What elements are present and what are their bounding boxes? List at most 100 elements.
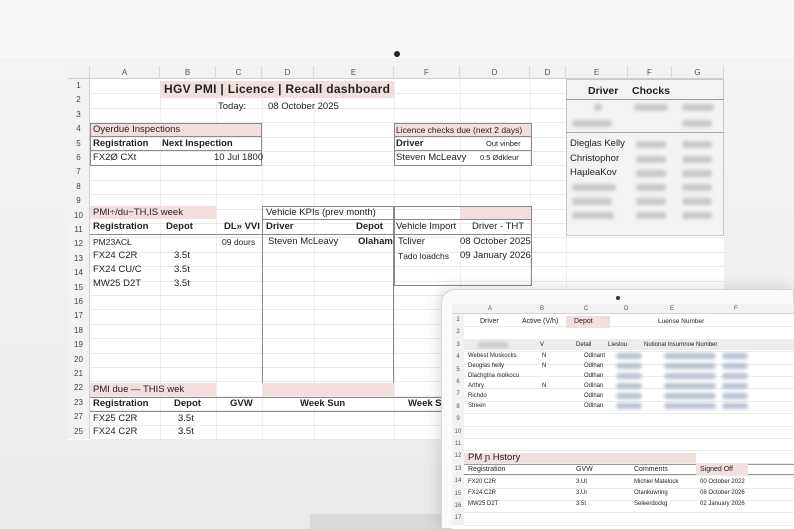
pmi-reg[interactable]: MW25 D2T (93, 277, 141, 291)
pmi-depot[interactable]: 3.5t (174, 263, 190, 277)
history-comment[interactable]: Otankuwring (634, 488, 668, 498)
history-date[interactable]: 00 October 2022 (700, 477, 745, 487)
tablet-row-header[interactable]: 9 (452, 413, 464, 426)
col-header[interactable]: E (670, 304, 674, 314)
row-header[interactable]: 2 (68, 93, 90, 108)
history-reg[interactable]: MW25 D2T (468, 499, 498, 509)
row-header[interactable]: 5 (68, 136, 90, 151)
row-header[interactable]: 9 (68, 194, 90, 209)
pmi-reg[interactable]: FX24 C2R (93, 249, 137, 263)
col-header[interactable]: D (262, 66, 314, 79)
tablet-row-header[interactable]: 13 (452, 462, 464, 476)
right-driver-3[interactable]: HaµleaKov (570, 166, 617, 180)
overdue-reg[interactable]: FX2Ø CXt (93, 151, 136, 165)
row-header[interactable]: 23 (68, 395, 90, 411)
pmi-reg[interactable]: FX24 CU/C (93, 263, 142, 277)
col-header[interactable]: F (734, 304, 738, 314)
history-date[interactable]: 02 January 2026 (700, 499, 745, 509)
tablet-row-header[interactable]: 1 (452, 314, 464, 327)
col-header[interactable]: B (540, 304, 544, 314)
row-header[interactable]: 19 (68, 338, 90, 353)
pmi-this-depot[interactable]: 3.5t (178, 425, 194, 439)
row-header[interactable]: 12 (68, 237, 90, 252)
row-header[interactable]: 14 (68, 266, 90, 281)
row-header[interactable]: 6 (68, 151, 90, 166)
row-header[interactable]: 25 (68, 424, 90, 439)
tablet-driver-v[interactable]: N (542, 381, 546, 391)
tablet-driver-depot[interactable]: Odlhan (584, 391, 603, 401)
row-header[interactable]: 13 (68, 251, 90, 267)
tablet-driver-depot[interactable]: Odlnant (584, 351, 605, 361)
row-header[interactable]: 16 (68, 295, 90, 310)
row-header[interactable]: 3 (68, 107, 90, 123)
tablet-row-header[interactable]: 11 (452, 438, 464, 451)
tablet-row-header[interactable]: 14 (452, 475, 464, 488)
row-header[interactable]: 15 (68, 280, 90, 295)
col-header[interactable]: D (624, 304, 628, 314)
tablet-driver-name[interactable]: Arthry (468, 381, 484, 391)
tablet-driver-name[interactable]: Richdo (468, 391, 487, 401)
right-driver-1[interactable]: Dieglas Kelly (570, 137, 625, 151)
pmi-this-reg[interactable]: FX25 C2R (93, 412, 137, 426)
row-header[interactable]: 27 (68, 410, 90, 425)
right-driver-2[interactable]: Christophor (570, 152, 619, 166)
pmi-reg[interactable]: PM23ACŁ (93, 235, 132, 249)
col-header[interactable]: F (628, 66, 672, 79)
history-date[interactable]: 08 October 2026 (700, 488, 745, 498)
col-header[interactable]: D (460, 66, 530, 79)
tablet-driver-depot[interactable]: Odlnan (584, 401, 603, 411)
tablet-driver-name[interactable]: Streen (468, 401, 486, 411)
import-a[interactable]: Tcliver (398, 235, 425, 249)
row-header[interactable]: 4 (68, 122, 90, 137)
col-header[interactable]: F (394, 66, 460, 79)
row-header[interactable]: 7 (68, 165, 90, 180)
col-header[interactable]: E (314, 66, 394, 79)
tablet-driver-name[interactable]: Webest Muskocks (468, 351, 517, 361)
row-header[interactable]: 22 (68, 381, 90, 396)
history-comment[interactable]: Seleerdockg (634, 499, 667, 509)
history-reg[interactable]: FX20 C2R (468, 477, 496, 487)
row-header[interactable]: 20 (68, 352, 90, 367)
pmi-depot[interactable]: 3.5t (174, 249, 190, 263)
row-header[interactable]: 21 (68, 367, 90, 382)
col-header[interactable]: C (216, 66, 262, 79)
import-b[interactable]: 08 October 2025 (460, 235, 531, 249)
col-header[interactable]: C (584, 304, 588, 314)
history-gvw[interactable]: 3.5t (576, 499, 586, 509)
today-value[interactable]: 08 October 2025 (268, 100, 339, 114)
col-header[interactable]: B (160, 66, 216, 79)
col-header[interactable]: A (488, 304, 492, 314)
tablet-row-header[interactable]: 2 (452, 326, 464, 339)
col-header[interactable]: G (672, 66, 724, 79)
row-header[interactable]: 1 (68, 79, 90, 94)
tablet-driver-name[interactable]: Dlachgtna molkocu (468, 371, 519, 381)
tablet-row-header[interactable]: 8 (452, 400, 464, 414)
row-header[interactable]: 17 (68, 309, 90, 324)
tablet-row-header[interactable]: 12 (452, 450, 464, 463)
row-header[interactable]: 10 (68, 208, 90, 223)
pmi-extra[interactable]: 09 dours (222, 235, 255, 249)
pmi-this-depot[interactable]: 3.5t (178, 412, 194, 426)
col-header[interactable]: E (566, 66, 628, 79)
tablet-row-header[interactable]: 4 (452, 351, 464, 364)
tablet-row-header[interactable]: 16 (452, 500, 464, 513)
licence-value[interactable]: 0:5 Ødkleur (480, 151, 519, 165)
tablet-row-header[interactable]: 5 (452, 363, 464, 376)
tablet-row-header[interactable]: 7 (452, 388, 464, 401)
tablet-row-header[interactable]: 15 (452, 487, 464, 500)
kpi-driver[interactable]: Steven McLeavy (268, 235, 338, 249)
col-header[interactable]: D (530, 66, 566, 79)
pmi-depot[interactable]: 3.5t (174, 277, 190, 291)
tablet-driver-v[interactable]: N (542, 351, 546, 361)
row-header[interactable]: 11 (68, 223, 90, 238)
row-header[interactable]: 8 (68, 179, 90, 195)
col-header[interactable]: A (90, 66, 160, 79)
overdue-date[interactable]: 10 Jul 1800 (214, 151, 263, 165)
tablet-driver-name[interactable]: Deoglas helly (468, 361, 504, 371)
row-header[interactable]: 18 (68, 323, 90, 339)
tablet-driver-depot[interactable]: Odlhan (584, 361, 603, 371)
import-b[interactable]: 09 January 2026 (460, 249, 531, 263)
licence-driver[interactable]: Steven McLeavy (396, 151, 466, 165)
corner-cell[interactable] (68, 66, 90, 79)
tablet-row-header[interactable]: 6 (452, 376, 464, 389)
